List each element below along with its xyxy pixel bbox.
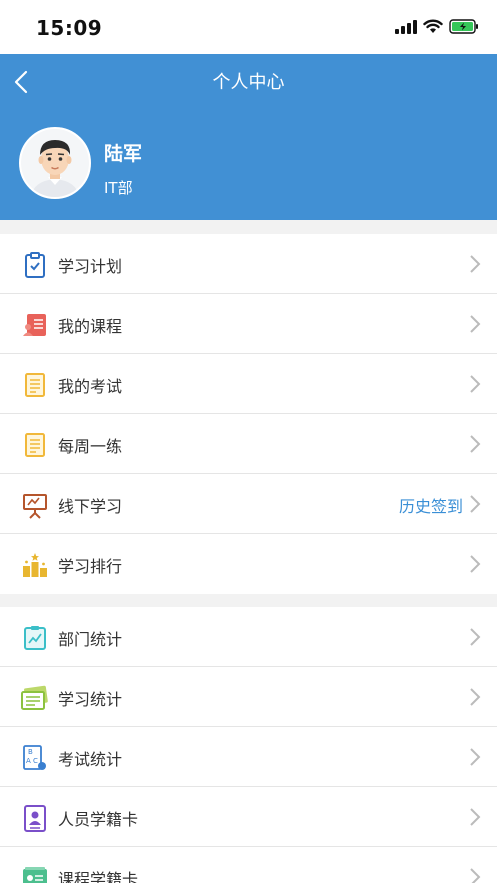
chevron-right-icon <box>470 435 481 453</box>
course-card-icon <box>23 867 47 883</box>
menu-item-label: 线下学习 <box>58 497 123 516</box>
status-icons <box>395 19 479 34</box>
menu-item-label: 课程学籍卡 <box>58 870 139 883</box>
menu-item-label: 学习计划 <box>58 257 123 276</box>
menu-item-label: 学习排行 <box>58 557 123 576</box>
menu-item-label: 学习统计 <box>58 690 123 709</box>
menu-item-study-plan[interactable]: 学习计划 <box>0 234 497 294</box>
user-department: IT部 <box>104 179 133 197</box>
svg-text:B: B <box>28 748 33 756</box>
abc-icon: B A C <box>23 745 46 770</box>
exam-doc-icon <box>25 373 45 397</box>
menu-item-label: 我的考试 <box>58 377 123 396</box>
page-title: 个人中心 <box>212 72 285 93</box>
clipboard-check-icon <box>25 252 45 278</box>
chevron-right-icon <box>470 375 481 393</box>
menu-item-label: 人员学籍卡 <box>58 810 139 829</box>
stats-card-icon <box>21 685 48 710</box>
status-time: 15:09 <box>36 16 103 40</box>
menu-item-study-stats[interactable]: 学习统计 <box>0 667 497 727</box>
nav-bar: 个人中心 <box>0 54 497 108</box>
menu-group-learning: 学习计划 我的课程 我的考试 每周一练 线下学习 历史签到 学习排行 <box>0 234 497 594</box>
menu-group-statistics: 部门统计 学习统计 B A C 考试统计 人员学籍卡 课程学籍卡 <box>0 607 497 883</box>
menu-item-course-record-card[interactable]: 课程学籍卡 <box>0 847 497 883</box>
chart-icon <box>24 626 46 650</box>
practice-doc-icon <box>25 433 45 457</box>
cellular-signal-icon <box>395 19 417 34</box>
easel-icon <box>23 494 47 519</box>
menu-item-my-courses[interactable]: 我的课程 <box>0 294 497 354</box>
chevron-right-icon <box>470 495 481 513</box>
chevron-right-icon <box>470 868 481 883</box>
person-card-icon <box>24 805 46 832</box>
menu-item-my-exams[interactable]: 我的考试 <box>0 354 497 414</box>
svg-text:A: A <box>26 757 31 765</box>
podium-icon <box>23 553 47 577</box>
user-name: 陆军 <box>104 143 143 165</box>
svg-text:C: C <box>33 757 38 765</box>
menu-item-weekly-practice[interactable]: 每周一练 <box>0 414 497 474</box>
avatar-icon <box>21 129 89 197</box>
chevron-right-icon <box>470 748 481 766</box>
menu-item-label: 每周一练 <box>58 437 123 456</box>
menu-item-label: 我的课程 <box>58 317 123 336</box>
chevron-right-icon <box>470 255 481 273</box>
profile-header: 个人中心 陆军 IT部 <box>0 54 497 220</box>
menu-item-person-record-card[interactable]: 人员学籍卡 <box>0 787 497 847</box>
avatar[interactable] <box>19 127 91 199</box>
history-checkin-link[interactable]: 历史签到 <box>399 493 463 517</box>
chevron-right-icon <box>470 688 481 706</box>
menu-item-department-stats[interactable]: 部门统计 <box>0 607 497 667</box>
menu-item-offline-study[interactable]: 线下学习 历史签到 <box>0 474 497 534</box>
battery-charging-icon <box>449 19 478 34</box>
menu-item-exam-stats[interactable]: B A C 考试统计 <box>0 727 497 787</box>
chevron-right-icon <box>470 555 481 573</box>
chevron-right-icon <box>470 808 481 826</box>
menu-item-label: 考试统计 <box>58 750 123 769</box>
menu-item-label: 部门统计 <box>58 630 123 649</box>
wifi-icon <box>423 19 443 33</box>
status-bar: 15:09 <box>0 0 497 54</box>
chevron-right-icon <box>470 628 481 646</box>
menu-item-study-ranking[interactable]: 学习排行 <box>0 534 497 594</box>
course-icon <box>23 314 46 336</box>
chevron-right-icon <box>470 315 481 333</box>
